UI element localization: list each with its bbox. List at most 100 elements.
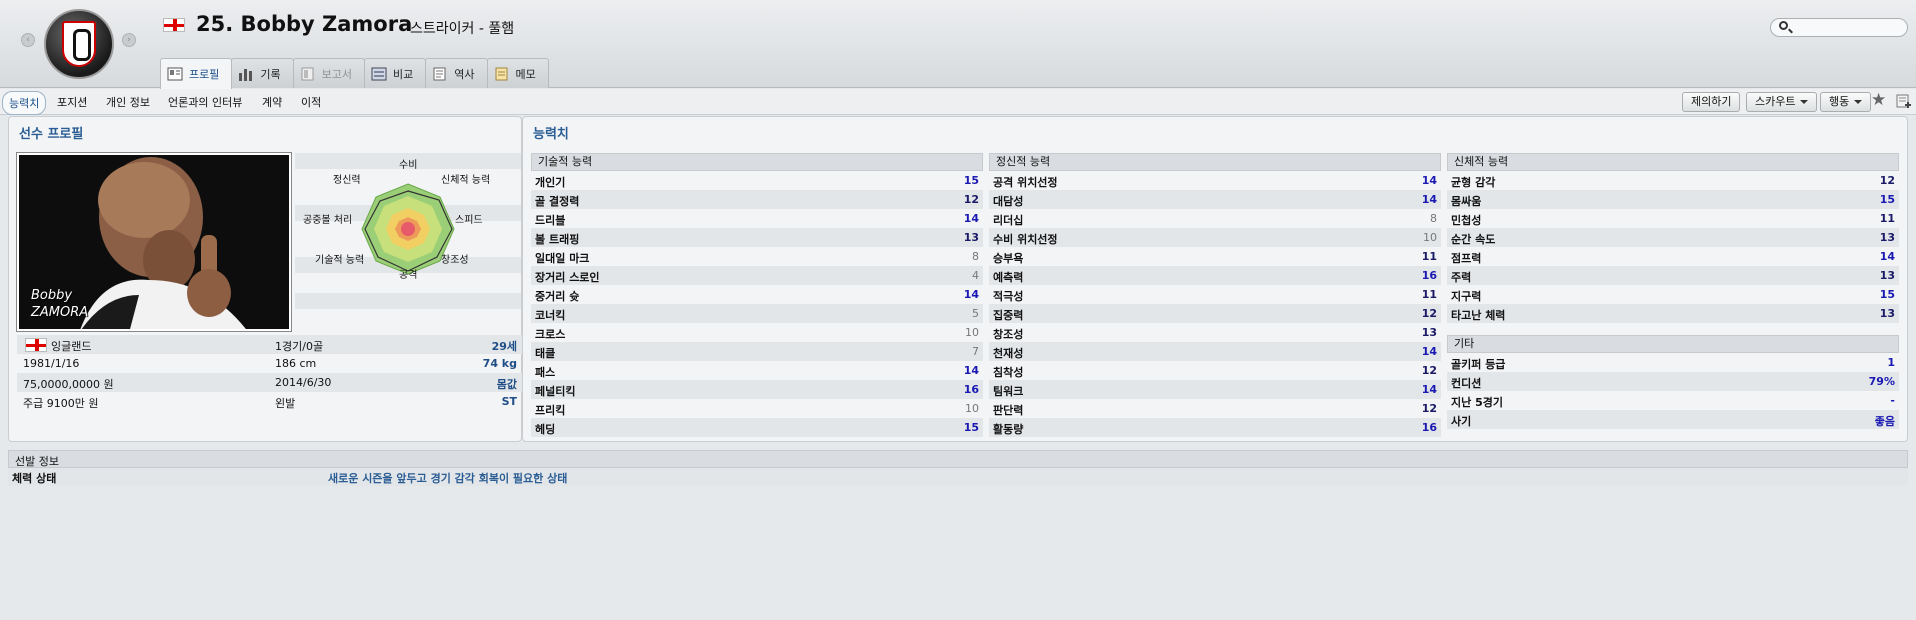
attribute-name: 활동량 <box>993 423 1024 436</box>
attribute-name: 사기 <box>1451 415 1472 428</box>
attribute-name: 균형 감각 <box>1451 176 1496 189</box>
tab-report[interactable]: 보고서 <box>292 58 365 88</box>
attribute-name: 지난 5경기 <box>1451 396 1503 409</box>
attribute-value: 14 <box>963 288 979 301</box>
tab-compare[interactable]: 비교 <box>364 58 427 88</box>
table-row: 체력 상태 새로운 시즌을 앞두고 경기 감각 회복이 필요한 상태 <box>8 468 1908 486</box>
transfer-value: 75,0000,0000 원 <box>23 378 114 391</box>
offer-button[interactable]: 제의하기 <box>1682 92 1741 112</box>
action-dropdown-label: 행동 <box>1829 95 1850 108</box>
subnav-press-interview[interactable]: 언론과의 인터뷰 <box>168 94 242 110</box>
wage: 주급 9100만 원 <box>23 397 99 410</box>
physical-attributes: 신체적 능력 균형 감각 12 몸싸움 15 민첩성 11 순간 속도 13 점프력 14 주력 13… <box>1447 153 1899 429</box>
tab-label: 보고서 <box>321 67 352 81</box>
attribute-name: 수비 위치선정 <box>993 233 1058 246</box>
club-crest-logo <box>44 9 114 79</box>
attribute-name: 헤딩 <box>535 423 556 436</box>
attribute-name: 장거리 스로인 <box>535 271 600 284</box>
attribute-name: 골키퍼 등급 <box>1451 358 1506 371</box>
attribute-name: 타고난 체력 <box>1451 309 1506 322</box>
player-header: ‹ › 25. Bobby Zamora 스트라이커 - 풀햄 프로필 기록 보… <box>0 0 1916 89</box>
tab-stats[interactable]: 기록 <box>231 58 294 88</box>
attribute-value: 16 <box>1421 421 1437 434</box>
tab-notes[interactable]: 메모 <box>486 58 549 88</box>
fitness-status-label: 체력 상태 <box>12 472 57 485</box>
attribute-row: 골 결정력 12 <box>531 190 983 209</box>
attribute-row: 사기 좋음 <box>1447 410 1899 429</box>
history-icon <box>432 67 448 81</box>
birth-date: 1981/1/16 <box>23 357 80 370</box>
player-photo: Bobby ZAMORA <box>16 152 292 332</box>
subnav-transfer[interactable]: 이적 <box>301 94 321 110</box>
nationality: 잉글랜드 <box>51 340 92 353</box>
table-row: 75,0000,0000 원 2014/6/30 몸값 <box>17 373 523 392</box>
radar-label-speed: 스피드 <box>455 215 483 226</box>
attribute-row: 크로스 10 <box>531 323 983 342</box>
attribute-row: 점프력 14 <box>1447 247 1899 266</box>
attribute-value: 12 <box>1421 364 1437 377</box>
profile-panel-title: 선수 프로필 <box>19 127 84 142</box>
attribute-row: 승부욕 11 <box>989 247 1441 266</box>
attribute-value: 13 <box>1879 307 1895 320</box>
attribute-value: 10 <box>1423 231 1437 244</box>
attribute-row: 순간 속도 13 <box>1447 228 1899 247</box>
action-dropdown[interactable]: 행동 <box>1820 92 1872 112</box>
attribute-name: 볼 트래핑 <box>535 233 580 246</box>
attribute-row: 주력 13 <box>1447 266 1899 285</box>
contract-expiry: 2014/6/30 <box>275 376 332 389</box>
subnav-contract[interactable]: 계약 <box>262 94 282 110</box>
attribute-name: 프리킥 <box>535 404 566 417</box>
subnav-attributes[interactable]: 능력치 <box>2 91 47 115</box>
back-arrow-icon[interactable]: ‹ <box>21 33 35 47</box>
radar-label-technical: 기술적 능력 <box>315 255 365 266</box>
stats-icon <box>238 67 254 81</box>
scout-dropdown[interactable]: 스카우트 <box>1746 92 1818 112</box>
table-row: 잉글랜드 1경기/0골 29세 <box>17 335 523 354</box>
attribute-value: 12 <box>1421 402 1437 415</box>
attribute-name: 코너킥 <box>535 309 566 322</box>
attribute-radar-chart: 수비 정신력 신체적 능력 공중볼 처리 스피드 기술적 능력 창조성 공격 <box>295 153 521 331</box>
attribute-value: 8 <box>972 250 979 263</box>
report-icon <box>300 67 316 81</box>
forward-arrow-icon[interactable]: › <box>122 33 136 47</box>
attribute-name: 승부욕 <box>993 252 1024 265</box>
tab-history[interactable]: 역사 <box>425 58 488 88</box>
mental-header: 정신적 능력 <box>989 153 1441 171</box>
attribute-value: 16 <box>1421 269 1437 282</box>
subnav-personal-info[interactable]: 개인 정보 <box>106 94 150 110</box>
attribute-value: 13 <box>1421 326 1437 339</box>
attribute-row: 페널티킥 16 <box>531 380 983 399</box>
tab-profile[interactable]: 프로필 <box>160 58 233 89</box>
appearances-goals: 1경기/0골 <box>275 340 324 353</box>
attribute-value: 14 <box>1421 383 1437 396</box>
physical-header: 신체적 능력 <box>1447 153 1899 171</box>
add-to-list-icon[interactable] <box>1896 93 1912 109</box>
attribute-name: 페널티킥 <box>535 385 576 398</box>
attribute-name: 크로스 <box>535 328 566 341</box>
photo-caption-line1: Bobby <box>31 288 73 303</box>
compare-icon <box>371 67 387 81</box>
radar-label-attacking: 공격 <box>399 270 418 281</box>
attribute-name: 몸싸움 <box>1451 195 1482 208</box>
attribute-row: 타고난 체력 13 <box>1447 304 1899 323</box>
search-input[interactable] <box>1770 18 1908 37</box>
attribute-value: 14 <box>963 364 979 377</box>
attribute-name: 리더십 <box>993 214 1024 227</box>
attribute-row: 침착성 12 <box>989 361 1441 380</box>
attribute-value: 14 <box>1421 193 1437 206</box>
photo-signature: Bobby ZAMORA <box>31 287 88 321</box>
england-flag-icon <box>25 338 47 352</box>
star-icon[interactable]: ★ <box>1871 90 1886 110</box>
player-profile-panel: 선수 프로필 Bobby ZAMORA 수비 정신력 신체적 능력 공중볼 처리… <box>8 116 523 442</box>
attribute-value: 14 <box>1421 345 1437 358</box>
subnav-positions[interactable]: 포지션 <box>57 94 87 110</box>
chevron-down-icon <box>1800 100 1809 104</box>
table-row: 1981/1/16 186 cm 74 kg <box>17 354 523 373</box>
attribute-name: 개인기 <box>535 176 566 189</box>
attribute-name: 점프력 <box>1451 252 1482 265</box>
attribute-row: 몸싸움 15 <box>1447 190 1899 209</box>
attribute-value: 14 <box>1879 250 1895 263</box>
player-title: 25. Bobby Zamora <box>196 12 413 36</box>
attribute-row: 민첩성 11 <box>1447 209 1899 228</box>
preferred-foot: 왼발 <box>275 397 296 410</box>
